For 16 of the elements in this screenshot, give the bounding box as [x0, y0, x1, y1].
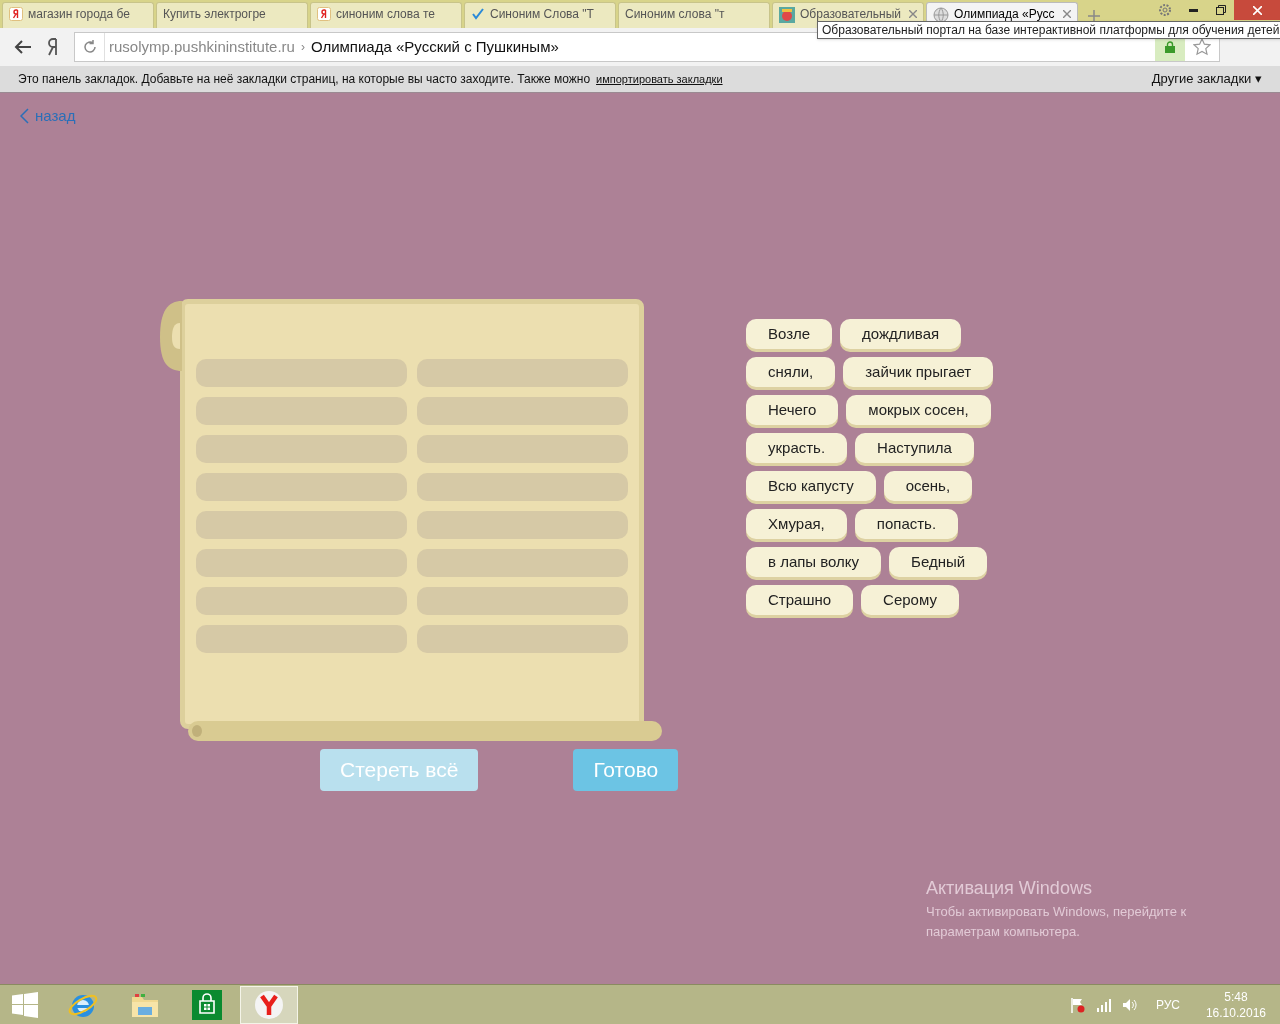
- tab-title: Купить электрогре: [163, 7, 267, 21]
- tab-title: Олимпиада «Русс: [954, 7, 1056, 21]
- breadcrumb-separator: ›: [300, 39, 305, 56]
- activation-text: Чтобы активировать Windows, перейдите к параметрам компьютера.: [926, 903, 1188, 941]
- page-title: Олимпиада «Русский с Пушкиным»: [310, 36, 559, 57]
- tab-title: Образовательный: [800, 7, 902, 21]
- activation-title: Активация Windows: [926, 877, 1093, 900]
- tab-title: магазин города бе: [28, 7, 132, 21]
- tooltip: Образовательный портал на базе интерактивной платформы для обучения детей: [817, 21, 1280, 39]
- tab-title: Синоним Слова "Т: [490, 7, 595, 21]
- clock-time: 5:48: [1224, 988, 1248, 1005]
- tab-title: Синоним слова "т: [625, 7, 726, 21]
- url-host: rusolymp.pushkininstitute.ru: [109, 36, 295, 57]
- clock-date: 16.10.2016: [1205, 1004, 1266, 1021]
- bookmarks-message: Это панель закладок. Добавьте на неё закладки страниц, на которые вы часто заходите. Также можно: [18, 71, 591, 88]
- tab-title: синоним слова те: [336, 7, 436, 21]
